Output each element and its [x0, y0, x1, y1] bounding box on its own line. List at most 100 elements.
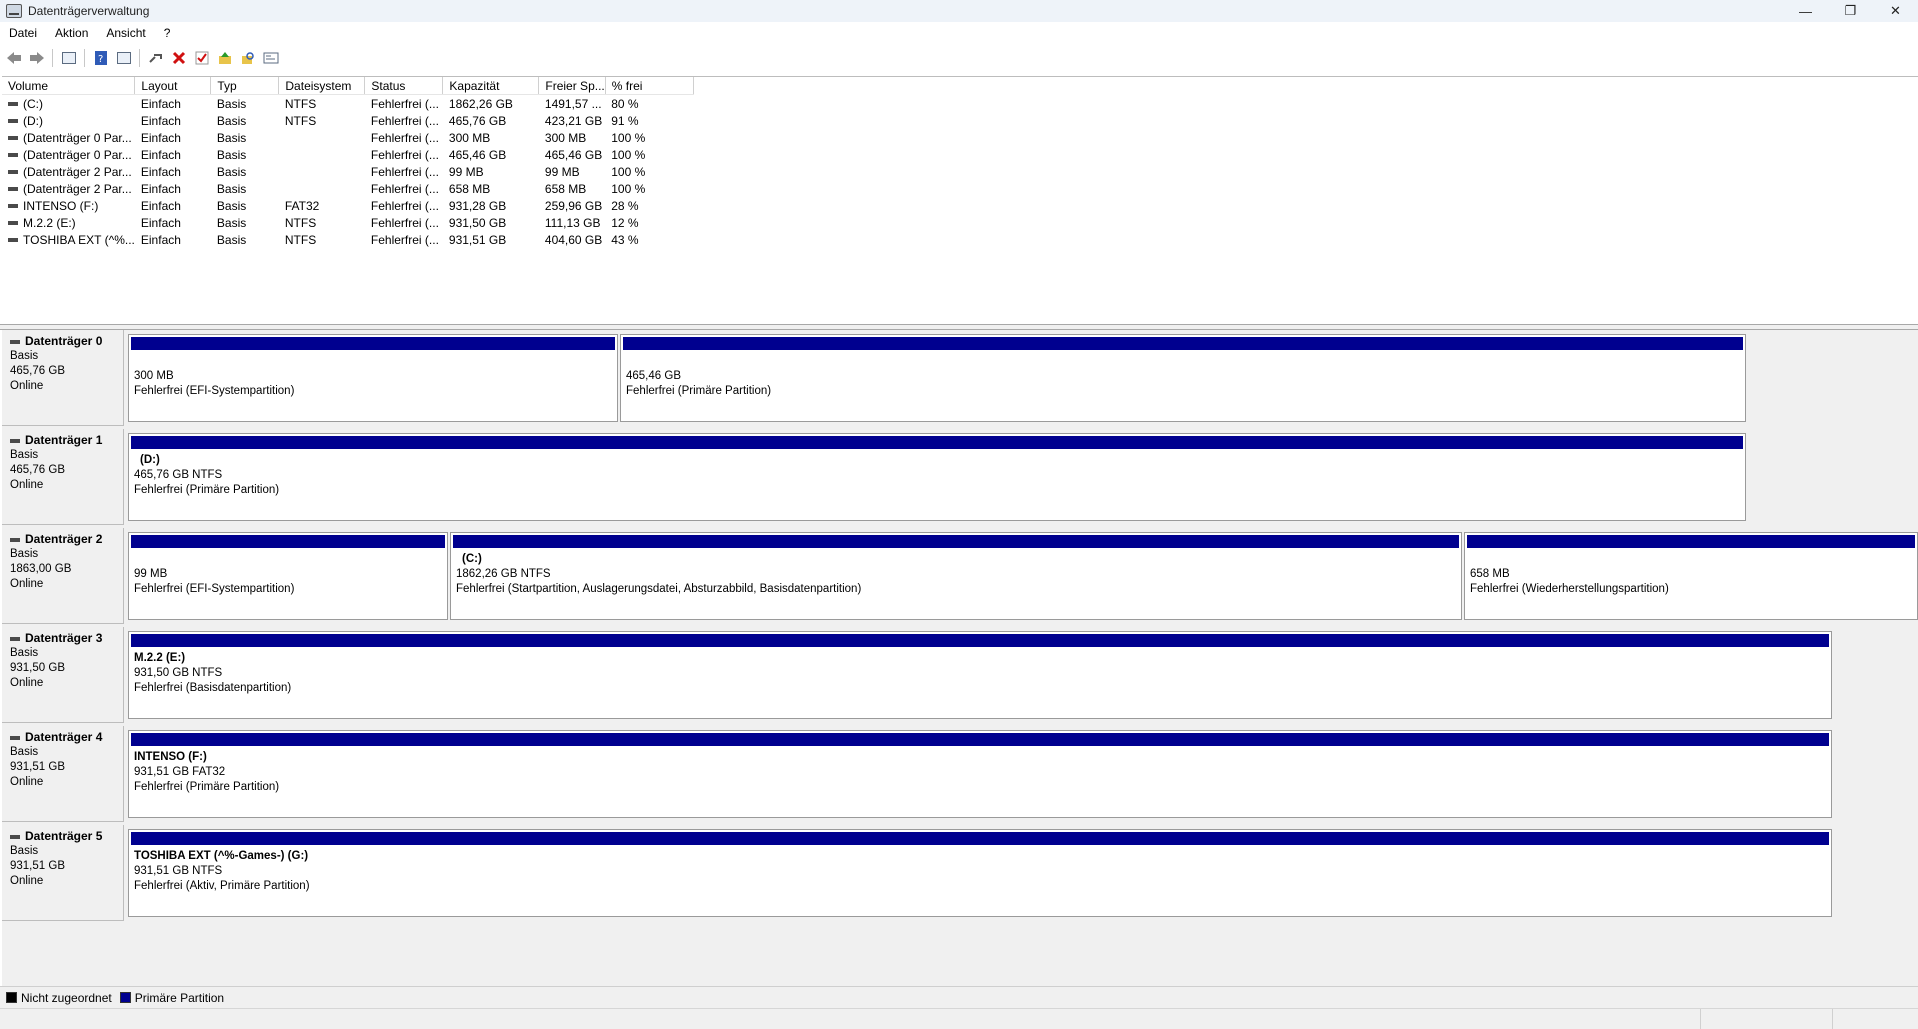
partition-status: Fehlerfrei (Basisdatenpartition) [134, 682, 292, 694]
menu-ansicht[interactable]: Ansicht [97, 26, 154, 40]
partition-block[interactable]: 99 MB Fehlerfrei (EFI-Systempartition) [128, 532, 448, 620]
partition-block[interactable]: 465,46 GB Fehlerfrei (Primäre Partition) [620, 334, 1746, 422]
forward-icon[interactable] [27, 48, 47, 68]
disk-info-panel[interactable]: Datenträger 5 Basis 931,51 GB Online [2, 825, 124, 921]
table-row[interactable]: (Datenträger 0 Par... Einfach Basis Fehlerf… [2, 146, 693, 163]
partition-label: INTENSO (F:) [134, 751, 207, 763]
table-cell: (Datenträger 0 Par... [2, 146, 135, 163]
column-header[interactable]: % frei [605, 77, 694, 95]
partition-block[interactable]: (C:) 1862,26 GB NTFS Fehlerfrei (Startpart… [450, 532, 1462, 620]
partition-type-bar [131, 832, 1829, 845]
check-icon[interactable] [192, 48, 212, 68]
back-icon[interactable] [4, 48, 24, 68]
disk-size: 465,76 GB [10, 365, 65, 377]
column-header[interactable]: Status [364, 77, 444, 95]
legend-swatch-primary [119, 992, 131, 1003]
table-cell: 658 MB [448, 181, 491, 196]
search-icon[interactable] [238, 48, 258, 68]
table-cell: 99 MB [544, 164, 580, 179]
table-row[interactable]: (Datenträger 2 Par... Einfach Basis Fehlerf… [2, 163, 693, 180]
disk-info-panel[interactable]: Datenträger 3 Basis 931,50 GB Online [2, 627, 124, 723]
column-header[interactable]: Dateisystem [278, 77, 366, 95]
partition-type-bar [131, 634, 1829, 647]
column-header[interactable]: Volume [2, 77, 136, 95]
disk-icon [10, 834, 20, 839]
partition-status: Fehlerfrei (Primäre Partition) [134, 484, 280, 496]
table-cell: Einfach [140, 96, 181, 111]
properties-icon[interactable] [261, 48, 281, 68]
table-row[interactable]: (Datenträger 0 Par... Einfach Basis Fehlerf… [2, 129, 693, 146]
disk-type: Basis [10, 746, 39, 758]
partition-block[interactable]: 658 MB Fehlerfrei (Wiederherstellungspart… [1464, 532, 1918, 620]
table-row[interactable]: INTENSO (F:) Einfach Basis FAT32 Fehlerfrei … [2, 197, 693, 214]
column-header[interactable]: Layout [134, 77, 212, 95]
partition-size: 658 MB [1470, 568, 1510, 580]
column-header[interactable]: Kapazität [442, 77, 540, 95]
status-cell [1832, 1009, 1918, 1029]
disk-name: Datenträger 0 [25, 334, 103, 348]
partition-type-bar [623, 337, 1743, 350]
disk-row: Datenträger 4 Basis 931,51 GB Online INTENSO… [2, 726, 1918, 822]
status-cell [1700, 1009, 1833, 1029]
table-cell: Basis [216, 147, 247, 162]
table-cell: 91 % [611, 113, 639, 128]
table-cell: Einfach [140, 130, 181, 145]
table-cell: 465,46 GB [448, 147, 507, 162]
disk-type: Basis [10, 350, 39, 362]
disk-info-panel[interactable]: Datenträger 2 Basis 1863,00 GB Online [2, 528, 124, 624]
console-tree-icon[interactable] [59, 48, 79, 68]
partition-block[interactable]: (D:) 465,76 GB NTFS Fehlerfrei (Primäre Pa… [128, 433, 1746, 521]
minimize-button[interactable]: — [1783, 0, 1828, 22]
table-cell: Basis [216, 181, 247, 196]
disk-icon [10, 339, 20, 344]
partition-block[interactable]: TOSHIBA EXT (^%-Games-) (G:) 931,51 GB NT… [128, 829, 1832, 917]
partition-type-bar [131, 535, 445, 548]
menu-aktion[interactable]: Aktion [46, 26, 97, 40]
disk-name: Datenträger 3 [25, 631, 103, 645]
partition-type-bar [131, 436, 1743, 449]
help-icon[interactable]: ? [91, 48, 111, 68]
table-cell: Einfach [140, 215, 181, 230]
table-cell: Basis [216, 113, 247, 128]
table-cell: (D:) [2, 112, 135, 129]
table-row[interactable]: (D:) Einfach Basis NTFS Fehlerfrei (... 465,7… [2, 112, 693, 129]
disk-info-panel[interactable]: Datenträger 4 Basis 931,51 GB Online [2, 726, 124, 822]
table-row[interactable]: TOSHIBA EXT (^%... Einfach Basis NTFS Fehler… [2, 231, 693, 248]
disk-state: Online [10, 380, 44, 392]
table-row[interactable]: M.2.2 (E:) Einfach Basis NTFS Fehlerfrei (..… [2, 214, 693, 231]
menu-help[interactable]: ? [155, 26, 180, 40]
volume-name: (Datenträger 2 Par... [23, 164, 132, 179]
column-header[interactable]: Typ [210, 77, 280, 95]
disk-row: Datenträger 2 Basis 1863,00 GB Online 99 MB F… [2, 528, 1918, 624]
maximize-button[interactable]: ❐ [1828, 0, 1873, 22]
disk-info-panel[interactable]: Datenträger 0 Basis 465,76 GB Online [2, 330, 124, 426]
table-cell: NTFS [284, 215, 317, 230]
table-cell: Einfach [140, 164, 181, 179]
table-cell: 43 % [611, 232, 639, 247]
close-button[interactable]: ✕ [1873, 0, 1918, 22]
table-row[interactable]: (C:) Einfach Basis NTFS Fehlerfrei (... 1862,… [2, 95, 693, 113]
disk-row: Datenträger 0 Basis 465,76 GB Online 300 MB F… [2, 330, 1918, 426]
menu-datei[interactable]: Datei [0, 26, 46, 40]
partition-type-bar [131, 337, 615, 350]
disk-name: Datenträger 2 [25, 532, 103, 546]
partition-block[interactable]: M.2.2 (E:) 931,50 GB NTFS Fehlerfrei (Basi… [128, 631, 1832, 719]
connect-icon[interactable] [146, 48, 166, 68]
show-list-icon[interactable] [114, 48, 134, 68]
column-header[interactable]: Freier Sp... [538, 77, 606, 95]
table-cell: Fehlerfrei (... [370, 147, 439, 162]
table-cell: TOSHIBA EXT (^%... [2, 231, 135, 248]
disk-row: Datenträger 3 Basis 931,50 GB Online M.2.2 (… [2, 627, 1918, 723]
partition-block[interactable]: INTENSO (F:) 931,51 GB FAT32 Fehlerfrei (P… [128, 730, 1832, 818]
table-cell: Basis [216, 164, 247, 179]
partition-status: Fehlerfrei (Primäre Partition) [134, 781, 280, 793]
table-cell: 404,60 GB [544, 232, 603, 247]
disk-info-panel[interactable]: Datenträger 1 Basis 465,76 GB Online [2, 429, 124, 525]
table-cell: Einfach [140, 147, 181, 162]
volume-icon [8, 102, 18, 107]
delete-icon[interactable] [169, 48, 189, 68]
table-row[interactable]: (Datenträger 2 Par... Einfach Basis Fehlerf… [2, 180, 693, 197]
up-icon[interactable] [215, 48, 235, 68]
partition-block[interactable]: 300 MB Fehlerfrei (EFI-Systempartition) [128, 334, 618, 422]
table-header-row: Volume Layout Typ Dateisystem Status Kapazitä… [2, 77, 694, 95]
